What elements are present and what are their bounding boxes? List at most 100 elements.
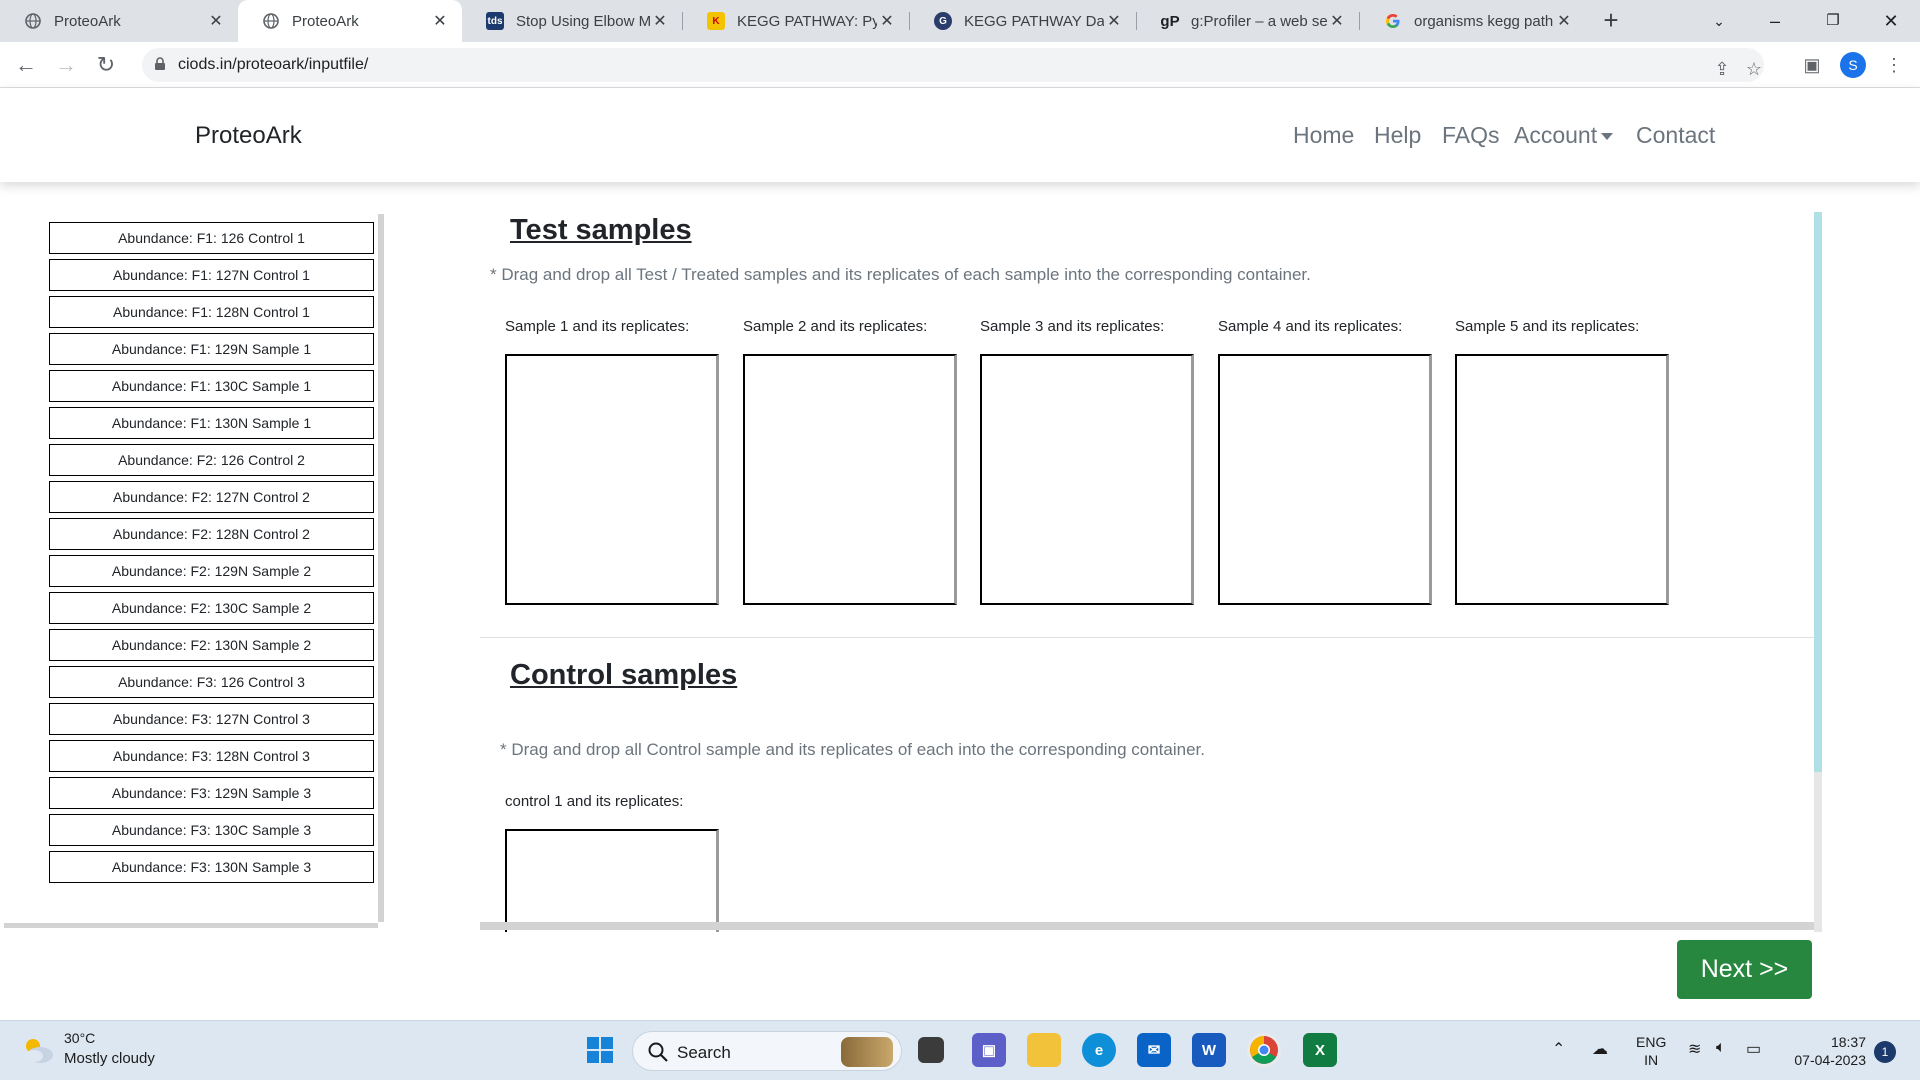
- language-indicator[interactable]: ENG IN: [1636, 1033, 1666, 1069]
- close-icon[interactable]: ✕: [877, 11, 897, 31]
- close-icon[interactable]: ✕: [650, 11, 670, 31]
- nav-contact[interactable]: Contact: [1636, 122, 1715, 149]
- container-label: control 1 and its replicates:: [505, 793, 684, 810]
- sample-4-drop-container[interactable]: [1218, 354, 1432, 605]
- reload-icon[interactable]: ↻: [92, 51, 120, 79]
- edge-browser-icon[interactable]: e: [1082, 1033, 1116, 1067]
- more-menu-icon[interactable]: ⋮: [1882, 53, 1906, 77]
- browser-tab[interactable]: tds Stop Using Elbow Me ✕: [462, 0, 682, 42]
- draggable-sample[interactable]: Abundance: F1: 126 Control 1: [49, 222, 374, 254]
- volume-icon[interactable]: 🔈︎: [1716, 1039, 1726, 1057]
- draggable-sample[interactable]: Abundance: F3: 130N Sample 3: [49, 851, 374, 883]
- browser-tab-active[interactable]: ProteoArk ✕: [238, 0, 462, 42]
- draggable-sample[interactable]: Abundance: F1: 130N Sample 1: [49, 407, 374, 439]
- sample-list: Abundance: F1: 126 Control 1 Abundance: …: [49, 222, 374, 888]
- word-icon[interactable]: W: [1192, 1033, 1226, 1067]
- window-close-icon[interactable]: ✕: [1868, 6, 1914, 36]
- battery-icon[interactable]: ▭: [1746, 1039, 1761, 1059]
- main-vertical-scrollbar-track[interactable]: [1814, 772, 1822, 932]
- new-tab-button[interactable]: +: [1596, 6, 1626, 36]
- draggable-sample[interactable]: Abundance: F3: 130C Sample 3: [49, 814, 374, 846]
- sample-3-drop-container[interactable]: [980, 354, 1194, 605]
- sidebar-horizontal-scrollbar[interactable]: [4, 923, 378, 928]
- taskbar-search[interactable]: Search: [632, 1031, 902, 1071]
- nav-account-dropdown[interactable]: Account: [1514, 122, 1614, 149]
- nav-help[interactable]: Help: [1374, 122, 1421, 149]
- test-samples-hint: * Drag and drop all Test / Treated sampl…: [490, 265, 1311, 284]
- chrome-icon[interactable]: [1247, 1033, 1281, 1067]
- container-label: Sample 1 and its replicates:: [505, 318, 690, 335]
- draggable-sample[interactable]: Abundance: F1: 128N Control 1: [49, 296, 374, 328]
- browser-tab[interactable]: ProteoArk ✕: [0, 0, 238, 42]
- nav-home[interactable]: Home: [1293, 122, 1354, 149]
- excel-icon[interactable]: X: [1303, 1033, 1337, 1067]
- back-arrow-icon[interactable]: ←: [12, 51, 40, 79]
- next-button[interactable]: Next >>: [1677, 940, 1812, 999]
- draggable-sample[interactable]: Abundance: F3: 129N Sample 3: [49, 777, 374, 809]
- draggable-sample[interactable]: Abundance: F2: 126 Control 2: [49, 444, 374, 476]
- weather-cloud-icon[interactable]: [20, 1035, 56, 1065]
- onedrive-cloud-icon[interactable]: ☁: [1592, 1039, 1608, 1059]
- draggable-sample[interactable]: Abundance: F2: 127N Control 2: [49, 481, 374, 513]
- close-icon[interactable]: ✕: [1104, 11, 1124, 31]
- container-label: Sample 3 and its replicates:: [980, 318, 1165, 335]
- container-label: Sample 4 and its replicates:: [1218, 318, 1403, 335]
- brand-logo[interactable]: ProteoArk: [195, 122, 302, 150]
- control-samples-hint: * Drag and drop all Control sample and i…: [500, 740, 1205, 759]
- gprofiler-icon: gP: [1160, 12, 1180, 30]
- nav-faqs[interactable]: FAQs: [1442, 122, 1500, 149]
- system-clock[interactable]: 18:37 07-04-2023: [1786, 1033, 1866, 1069]
- bookmark-star-icon[interactable]: ☆: [1742, 57, 1766, 81]
- tab-title: KEGG PATHWAY Datal: [964, 12, 1104, 30]
- teams-chat-icon[interactable]: ▣: [972, 1033, 1006, 1067]
- task-view-icon[interactable]: [918, 1037, 944, 1063]
- close-icon[interactable]: ✕: [1554, 11, 1574, 31]
- restore-icon[interactable]: ❐: [1810, 6, 1856, 36]
- clock-time: 18:37: [1830, 1034, 1866, 1050]
- browser-tab[interactable]: G KEGG PATHWAY Datal ✕: [910, 0, 1136, 42]
- browser-tab[interactable]: organisms kegg path ✕: [1360, 0, 1586, 42]
- draggable-sample[interactable]: Abundance: F3: 128N Control 3: [49, 740, 374, 772]
- draggable-sample[interactable]: Abundance: F1: 127N Control 1: [49, 259, 374, 291]
- sample-source-panel: Abundance: F1: 126 Control 1 Abundance: …: [0, 214, 386, 928]
- draggable-sample[interactable]: Abundance: F2: 128N Control 2: [49, 518, 374, 550]
- browser-tab[interactable]: gP g:Profiler – a web serv ✕: [1137, 0, 1359, 42]
- sample-2-drop-container[interactable]: [743, 354, 957, 605]
- sidebar-vertical-scrollbar[interactable]: [378, 214, 384, 922]
- draggable-sample[interactable]: Abundance: F1: 129N Sample 1: [49, 333, 374, 365]
- forward-arrow-icon[interactable]: →: [52, 51, 80, 79]
- profile-avatar[interactable]: S: [1840, 52, 1866, 78]
- show-hidden-icons-chevron-up-icon[interactable]: ⌃: [1552, 1039, 1565, 1059]
- search-label: Search: [677, 1043, 731, 1062]
- windows-start-icon[interactable]: [583, 1033, 617, 1067]
- control-1-drop-container[interactable]: [505, 829, 719, 932]
- draggable-sample[interactable]: Abundance: F3: 126 Control 3: [49, 666, 374, 698]
- main-horizontal-scrollbar[interactable]: [480, 922, 1814, 930]
- lock-icon: [155, 57, 165, 70]
- browser-tab[interactable]: K KEGG PATHWAY: Pyru ✕: [683, 0, 909, 42]
- google-icon: [1384, 12, 1402, 30]
- url-text: ciods.in/proteoark/inputfile/: [178, 56, 369, 73]
- sample-5-drop-container[interactable]: [1455, 354, 1669, 605]
- tab-search-icon[interactable]: ⌄: [1696, 6, 1742, 36]
- minimize-icon[interactable]: –: [1752, 6, 1798, 36]
- share-icon[interactable]: ⇪: [1710, 57, 1734, 81]
- main-vertical-scrollbar-thumb[interactable]: [1814, 212, 1822, 772]
- side-panel-icon[interactable]: ▣: [1800, 53, 1824, 77]
- mail-icon[interactable]: ✉: [1137, 1033, 1171, 1067]
- control-samples-heading: Control samples: [510, 659, 738, 691]
- file-explorer-icon[interactable]: [1027, 1033, 1061, 1067]
- close-icon[interactable]: ✕: [430, 11, 450, 31]
- address-bar[interactable]: ciods.in/proteoark/inputfile/ ⇪ ☆: [142, 48, 1764, 82]
- draggable-sample[interactable]: Abundance: F2: 129N Sample 2: [49, 555, 374, 587]
- wifi-icon[interactable]: ≋: [1688, 1039, 1701, 1059]
- draggable-sample[interactable]: Abundance: F1: 130C Sample 1: [49, 370, 374, 402]
- close-icon[interactable]: ✕: [206, 11, 226, 31]
- draggable-sample[interactable]: Abundance: F3: 127N Control 3: [49, 703, 374, 735]
- close-icon[interactable]: ✕: [1327, 11, 1347, 31]
- draggable-sample[interactable]: Abundance: F2: 130C Sample 2: [49, 592, 374, 624]
- notification-badge[interactable]: 1: [1874, 1041, 1896, 1063]
- sample-1-drop-container[interactable]: [505, 354, 719, 605]
- draggable-sample[interactable]: Abundance: F2: 130N Sample 2: [49, 629, 374, 661]
- weather-description: Mostly cloudy: [64, 1050, 155, 1067]
